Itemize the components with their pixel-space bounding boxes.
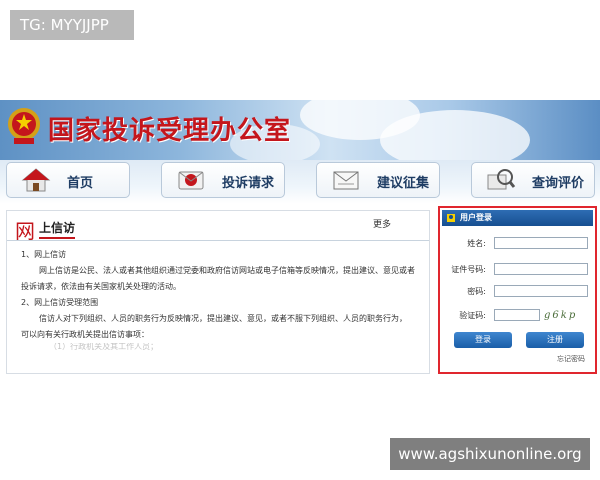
national-emblem-icon: [8, 108, 40, 144]
mail-icon: [178, 171, 204, 190]
paragraph-line: 投诉请求，依法由有关国家机关处理的活动。: [21, 282, 181, 291]
login-button[interactable]: 登录: [454, 332, 512, 348]
panel-title: 上信访: [39, 221, 76, 235]
panel-title-char: 网: [15, 219, 35, 243]
name-label: 姓名:: [467, 239, 486, 248]
captcha-image[interactable]: g6kp: [544, 310, 590, 324]
watermark: www.agshixunonline.org: [390, 438, 590, 470]
page-title: 国家投诉受理办公室: [48, 116, 292, 146]
section-heading: 1、网上信访: [21, 250, 67, 259]
nav-query-label: 查询评价: [532, 176, 585, 191]
paragraph-line: 信访人对下列组织、人员的职务行为反映情况，提出建议、意见，或者不服下列组织、人员…: [39, 314, 407, 323]
more-link[interactable]: 更多: [373, 217, 391, 230]
tg-badge: TG: MYYJJPP: [10, 10, 134, 40]
password-label: 密码:: [467, 287, 486, 296]
nav-home-button[interactable]: 首页: [6, 162, 130, 198]
user-icon: [447, 214, 455, 222]
forgot-password-link[interactable]: 忘记密码: [557, 354, 585, 364]
login-header: 用户登录: [442, 210, 593, 226]
header-banner: 国家投诉受理办公室: [0, 100, 600, 170]
paragraph-line: 网上信访是公民、法人或者其他组织通过党委和政府信访网站或电子信箱等反映情况，提出…: [39, 266, 415, 275]
online-petition-panel: 网 上信访 更多 1、网上信访 网上信访是公民、法人或者其他组织通过党委和政府信…: [6, 210, 430, 374]
panel-body: 1、网上信访 网上信访是公民、法人或者其他组织通过党委和政府信访网站或电子信箱等…: [21, 247, 421, 351]
password-input[interactable]: [494, 285, 588, 297]
panel-title-underline: [39, 237, 75, 239]
captcha-label: 验证码:: [459, 311, 486, 320]
panel-header: 网 上信访 更多: [7, 211, 429, 243]
nav-suggestion-label: 建议征集: [377, 176, 430, 191]
nav-home-label: 首页: [67, 176, 94, 191]
envelope-icon: [333, 171, 359, 190]
paragraph-line: （1）行政机关及其工作人员；: [49, 343, 159, 351]
user-login-panel: 用户登录 姓名: 证件号码: 密码: 验证码: g6kp 登录 注册 忘记密码: [438, 206, 597, 374]
captcha-input[interactable]: [494, 309, 540, 321]
login-title: 用户登录: [460, 213, 492, 222]
id-number-input[interactable]: [494, 263, 588, 275]
section-heading: 2、网上信访受理范围: [21, 298, 99, 307]
nav-query-button[interactable]: 查询评价: [471, 162, 595, 198]
register-button[interactable]: 注册: [526, 332, 584, 348]
paragraph-line: 可以向有关行政机关提出信访事项：: [21, 330, 149, 339]
main-nav: 首页 投诉请求 建议征集 查询评价: [0, 160, 600, 204]
nav-suggestion-button[interactable]: 建议征集: [316, 162, 440, 198]
nav-complaint-label: 投诉请求: [222, 176, 275, 191]
house-icon: [21, 168, 51, 192]
name-input[interactable]: [494, 237, 588, 249]
nav-complaint-button[interactable]: 投诉请求: [161, 162, 285, 198]
id-number-label: 证件号码:: [451, 265, 486, 274]
magnifier-icon: [487, 169, 516, 190]
website-screenshot: 国家投诉受理办公室 首页 投诉请求 建议征集 查询评价 网 上信访 更多 1、网…: [0, 100, 600, 376]
